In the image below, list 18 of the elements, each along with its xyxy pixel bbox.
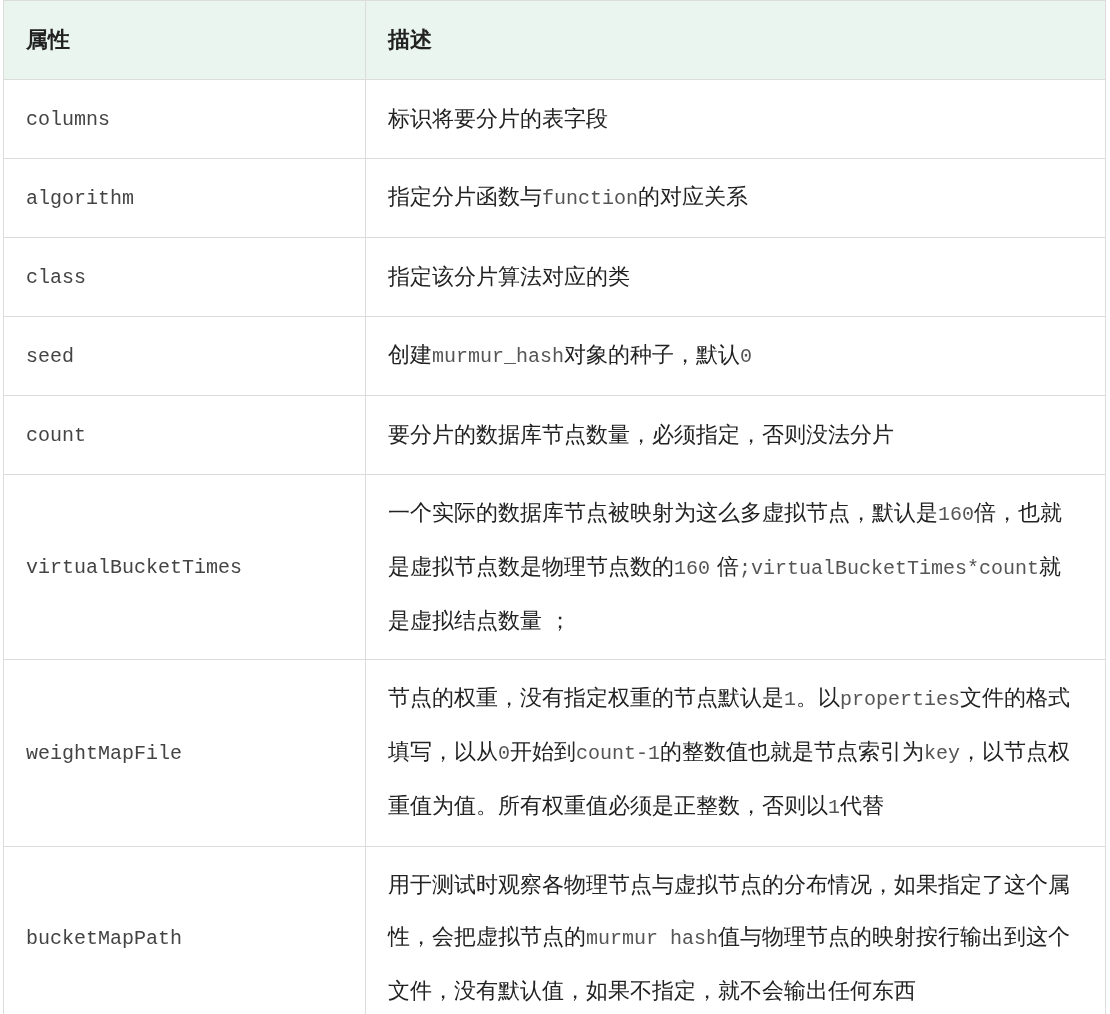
column-header: 属性	[3, 0, 366, 80]
attribute-name: virtualBucketTimes	[26, 556, 243, 579]
attribute-name: count	[26, 424, 86, 447]
attribute-name: weightMapFile	[26, 742, 183, 765]
attribute-name: bucketMapPath	[26, 927, 183, 950]
attribute-description: 标识将要分片的表字段	[388, 105, 609, 133]
attribute-description: 创建murmur_hash对象的种子，默认0	[388, 341, 754, 370]
column-header: 描述	[365, 0, 1106, 80]
attribute-description: 指定分片函数与function的对应关系	[388, 183, 749, 212]
attribute-name: columns	[26, 108, 110, 131]
attribute-description: 节点的权重，没有指定权重的节点默认是1。以properties文件的格式填写，以从0开始到count-1的整数值也就是节点索引为key，以节点权重值为值。所有权重值必须是正整数，否则以1代替	[388, 684, 1072, 821]
attribute-name: class	[26, 266, 86, 289]
attribute-description: 要分片的数据库节点数量，必须指定，否则没法分片	[388, 421, 895, 449]
attribute-name: algorithm	[26, 187, 135, 210]
attribute-name: seed	[26, 345, 74, 368]
attribute-description: 用于测试时观察各物理节点与虚拟节点的分布情况，如果指定了这个属性，会把虚拟节点的murmur hash值与物理节点的映射按行输出到这个文件，没有默认值，如果不指定，就不会输出任何东西	[388, 871, 1072, 1005]
attribute-description: 一个实际的数据库节点被映射为这么多虚拟节点，默认是160倍，也就是虚拟节点数是物理节点数的160 倍;virtualBucketTimes*count就是虚拟结点数量 ；	[388, 499, 1063, 635]
attribute-description: 指定该分片算法对应的类	[388, 263, 631, 291]
